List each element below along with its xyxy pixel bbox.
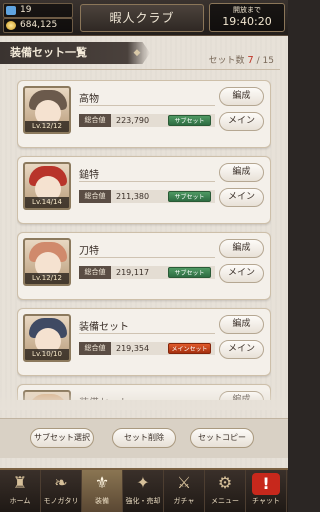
- character-portrait[interactable]: Lv.10/10: [23, 314, 71, 362]
- sub-set-select-button[interactable]: サブセット選択: [30, 428, 94, 448]
- divider: [8, 69, 280, 70]
- nav-label: ホーム: [9, 497, 31, 505]
- equipment-icon: ⚜: [94, 473, 110, 492]
- equipment-set-card[interactable]: Lv.12/12 高物 総合値 223,790 サブセット 編成 メイン: [17, 80, 271, 148]
- total-value: 219,117: [116, 268, 150, 277]
- edit-button[interactable]: 編成: [219, 87, 264, 106]
- equipment-set-card[interactable]: Lv.12/12 刀特 総合値 219,117 サブセット 編成 メイン: [17, 232, 271, 300]
- character-portrait[interactable]: Lv.12/12: [23, 86, 71, 134]
- gear-icon: ⚙: [217, 473, 233, 492]
- set-type-badge: サブセット: [168, 115, 211, 126]
- action-bar: サブセット選択 セット削除 セットコピー: [0, 418, 288, 458]
- set-main-button[interactable]: メイン: [219, 340, 264, 359]
- nav-item-3[interactable]: ⚜ 装備: [82, 470, 123, 512]
- list-fade: [0, 390, 288, 410]
- nav-label: メニュー: [211, 497, 239, 505]
- set-name: 刀特: [79, 246, 99, 257]
- stamina-value: 19: [20, 5, 32, 15]
- nav-label: 強化・売却: [125, 497, 161, 505]
- castle-icon: ♜: [12, 473, 28, 492]
- set-count-label: セット数: [208, 56, 245, 66]
- nav-item-5[interactable]: ⚔ ガチャ: [164, 470, 205, 512]
- unlock-timer: 開放まで 19:40:20: [209, 3, 285, 32]
- set-type-badge: サブセット: [168, 191, 211, 202]
- set-count: セット数 7 / 15: [209, 53, 275, 66]
- set-main-button[interactable]: メイン: [219, 112, 264, 131]
- nav-label: ガチャ: [173, 497, 195, 505]
- level-badge: Lv.12/12: [25, 273, 69, 284]
- chat-icon: !: [252, 473, 280, 495]
- nav-item-6[interactable]: ⚙ メニュー: [205, 470, 246, 512]
- edit-button[interactable]: 編成: [219, 315, 264, 334]
- level-badge: Lv.10/10: [25, 349, 69, 360]
- timer-label: 開放まで: [233, 6, 261, 14]
- nav-label: 装備: [95, 497, 109, 505]
- coin-counter: 684,125: [3, 18, 73, 33]
- chevron-right-icon: ◆: [133, 48, 141, 58]
- equipment-set-list[interactable]: Lv.12/12 高物 総合値 223,790 サブセット 編成 メイン Lv.…: [17, 80, 271, 400]
- top-bar: 19 684,125 暇人クラブ 開放まで 19:40:20: [0, 0, 288, 36]
- coin-value: 684,125: [20, 20, 58, 30]
- edit-button[interactable]: 編成: [219, 239, 264, 258]
- screen-title: 暇人クラブ: [80, 4, 204, 32]
- set-main-button[interactable]: メイン: [219, 264, 264, 283]
- set-name: 装備セット: [79, 322, 129, 333]
- level-badge: Lv.14/14: [25, 197, 69, 208]
- set-count-current: 7: [247, 55, 254, 66]
- total-value-label: 総合値: [79, 190, 111, 203]
- delete-set-button[interactable]: セット削除: [112, 428, 176, 448]
- timer-value: 19:40:20: [222, 15, 272, 28]
- set-name: 鎚特: [79, 170, 99, 181]
- set-count-total: / 15: [256, 56, 274, 66]
- nav-item-4[interactable]: ✦ 強化・売却: [123, 470, 164, 512]
- total-value: 219,354: [116, 344, 150, 353]
- total-value-label: 総合値: [79, 342, 111, 355]
- enhance-icon: ✦: [136, 473, 150, 492]
- section-title-text: 装備セット一覧: [10, 46, 87, 59]
- name-underline: [79, 333, 215, 334]
- name-underline: [79, 105, 215, 106]
- stamina-counter: 19: [3, 3, 73, 18]
- copy-set-button[interactable]: セットコピー: [190, 428, 254, 448]
- nav-item-1[interactable]: ♜ ホーム: [0, 470, 41, 512]
- stamina-icon: [6, 6, 16, 15]
- edit-button[interactable]: 編成: [219, 163, 264, 182]
- nav-item-7[interactable]: ! チャット: [246, 470, 287, 512]
- total-value: 223,790: [116, 116, 150, 125]
- set-main-button[interactable]: メイン: [219, 188, 264, 207]
- set-type-badge: サブセット: [168, 267, 211, 278]
- equipment-set-panel: 装備セット一覧 ◆ セット数 7 / 15 Lv.12/12 高物 総合値 22…: [0, 36, 288, 468]
- level-badge: Lv.12/12: [25, 121, 69, 132]
- nav-label: モノガタリ: [43, 497, 79, 505]
- nav-label: チャット: [252, 497, 280, 505]
- total-value-label: 総合値: [79, 114, 111, 127]
- character-portrait[interactable]: Lv.12/12: [23, 238, 71, 286]
- set-name: 高物: [79, 94, 99, 105]
- equipment-set-card[interactable]: Lv.14/14 鎚特 総合値 211,380 サブセット 編成 メイン: [17, 156, 271, 224]
- total-value-label: 総合値: [79, 266, 111, 279]
- coin-icon: [6, 21, 16, 30]
- equipment-set-card[interactable]: Lv.10/10 装備セット 総合値 219,354 メインセット 編成 メイン: [17, 308, 271, 376]
- set-type-badge: メインセット: [168, 343, 211, 354]
- nav-item-2[interactable]: ❧ モノガタリ: [41, 470, 82, 512]
- total-value: 211,380: [116, 192, 150, 201]
- bottom-nav: ♜ ホーム ❧ モノガタリ ⚜ 装備 ✦ 強化・売却 ⚔ ガチャ ⚙ メニュー! チャット: [0, 468, 288, 512]
- name-underline: [79, 181, 215, 182]
- gacha-icon: ⚔: [176, 473, 192, 492]
- character-portrait[interactable]: Lv.14/14: [23, 162, 71, 210]
- section-title: 装備セット一覧 ◆: [0, 42, 150, 64]
- name-underline: [79, 257, 215, 258]
- book-icon: ❧: [54, 473, 68, 492]
